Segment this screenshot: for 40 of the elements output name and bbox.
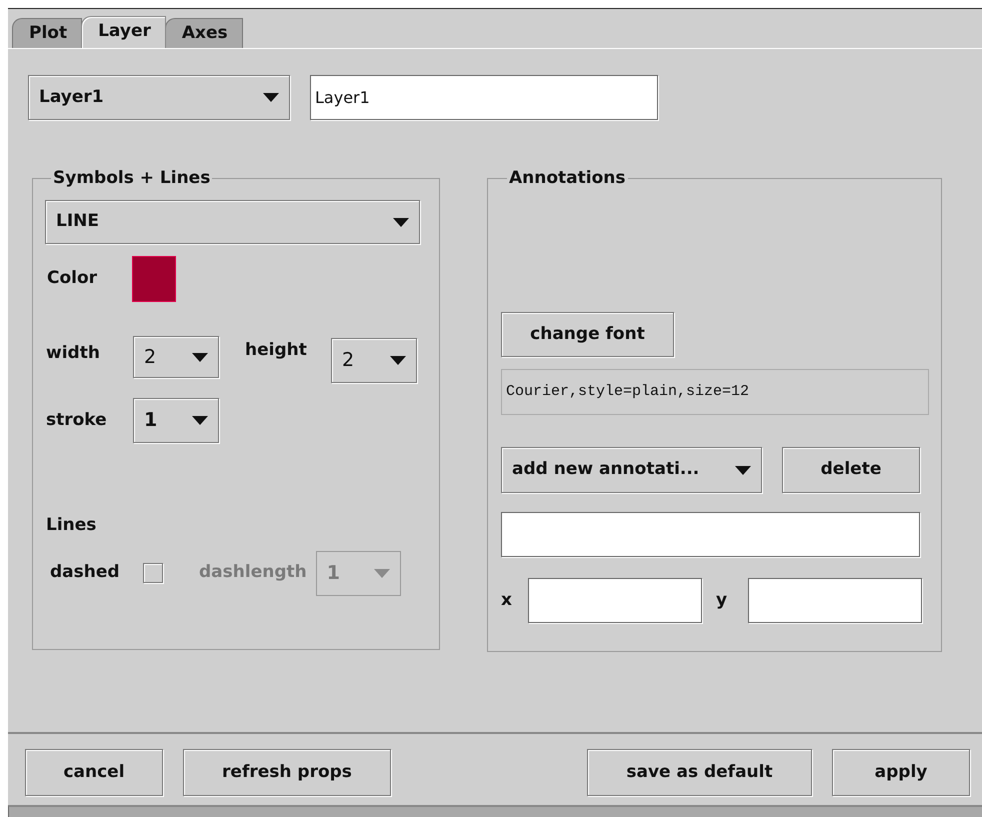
tab[interactable]: Layer	[81, 16, 166, 48]
caret-icon	[263, 93, 279, 102]
caret-icon	[192, 416, 208, 425]
width-dropdown[interactable]: 2	[133, 336, 219, 378]
change-font-button[interactable]: change font	[501, 312, 674, 357]
y-label: y	[716, 588, 728, 612]
tab[interactable]: Plot	[12, 18, 82, 48]
x-field[interactable]	[528, 578, 702, 623]
font-display: Courier,style=plain,size=12	[501, 369, 929, 415]
x-label: x	[501, 588, 513, 612]
layer-name-field[interactable]: Layer1	[310, 75, 658, 120]
annotation-dropdown[interactable]: add new annotati...	[501, 447, 762, 493]
layer-dropdown[interactable]: Layer1	[28, 75, 290, 120]
width-label: width	[45, 342, 101, 365]
group-title: Annotations	[508, 170, 626, 187]
annotation-text-field[interactable]	[501, 512, 920, 557]
caret-icon	[393, 218, 409, 226]
lines-heading: Lines	[45, 514, 98, 537]
stroke-dropdown[interactable]: 1	[133, 398, 219, 443]
caret-icon	[390, 356, 406, 365]
color-label: Color	[46, 267, 98, 290]
dashed-label: dashed	[49, 561, 121, 584]
footer-button[interactable]: refresh props	[183, 749, 391, 796]
dashlength-label: dashlength	[199, 561, 307, 584]
y-field[interactable]	[748, 578, 922, 623]
delete-button[interactable]: delete	[782, 447, 920, 493]
caret-icon	[192, 352, 208, 362]
symbol-type-dropdown[interactable]: LINE	[45, 200, 420, 244]
footer-button[interactable]: save as default	[587, 749, 812, 796]
group-title: Symbols + Lines	[52, 170, 212, 187]
tab[interactable]: Axes	[164, 18, 243, 48]
height-dropdown[interactable]: 2	[331, 338, 417, 383]
footer-button[interactable]: apply	[832, 749, 970, 796]
caret-icon	[374, 568, 390, 578]
caret-icon	[735, 466, 751, 474]
footer-button[interactable]: cancel	[25, 749, 163, 796]
stroke-label: stroke	[45, 408, 108, 432]
dashed-checkbox[interactable]	[143, 563, 163, 583]
color-swatch[interactable]	[132, 256, 176, 302]
height-label: height	[245, 339, 308, 362]
